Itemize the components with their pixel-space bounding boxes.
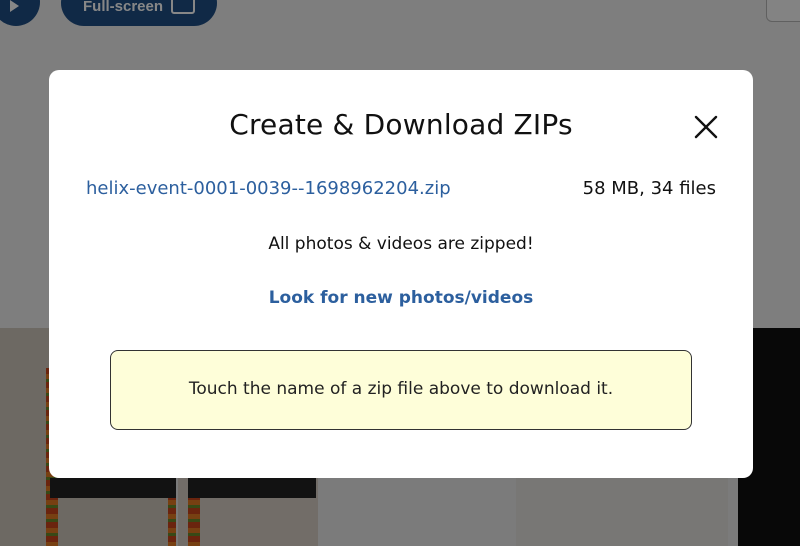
download-hint-text: Touch the name of a zip file above to do… <box>188 379 614 399</box>
zip-file-meta: 58 MB, 34 files <box>582 178 716 199</box>
close-button[interactable] <box>693 114 719 140</box>
zip-download-dialog: Create & Download ZIPs helix-event-0001-… <box>49 70 753 478</box>
zip-file-row: helix-event-0001-0039--1698962204.zip 58… <box>86 178 716 204</box>
dialog-title: Create & Download ZIPs <box>229 108 573 141</box>
download-hint-box: Touch the name of a zip file above to do… <box>110 350 692 430</box>
zip-file-link[interactable]: helix-event-0001-0039--1698962204.zip <box>86 178 451 199</box>
zip-status-text: All photos & videos are zipped! <box>268 234 534 254</box>
close-icon <box>694 115 718 139</box>
look-for-new-media-link[interactable]: Look for new photos/videos <box>49 288 753 308</box>
